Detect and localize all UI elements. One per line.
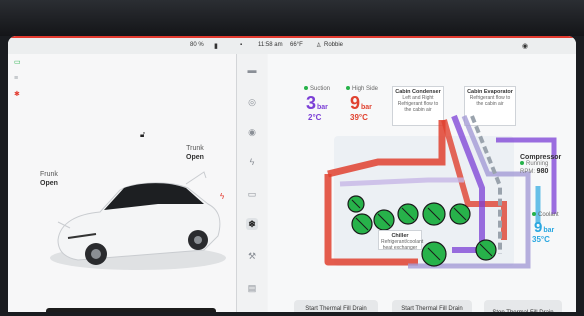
sos-icon[interactable]: ◉ (522, 42, 528, 50)
stop-fill-drain-button[interactable]: Stop Thermal Fill Drain (484, 300, 562, 312)
lte-icon: ▪ (240, 42, 243, 48)
tire-icon[interactable]: ◉ (246, 126, 258, 138)
compressor-rpm-label: RPM: (520, 169, 535, 175)
compressor-rpm: 980 (536, 168, 549, 175)
coolant-label-row: Coolant (532, 212, 559, 219)
thermal-system-view: Suction 3bar 2°C High Side 9bar 39°C Cab… (268, 54, 576, 312)
status-bar: 80 % ▮ ▪ 11:58 am 66°F ♙ Robbie ◉ (8, 36, 576, 54)
chiller-text: Refrigerant/coolant heat exchanger (381, 239, 424, 251)
start-fill-drain-refrigerant-button[interactable]: Start Thermal Fill Drain (Refrigerant on… (392, 300, 472, 312)
battery-percent: 80 % (190, 42, 204, 48)
user-name[interactable]: Robbie (324, 42, 343, 48)
compressor-state: Running (526, 161, 549, 167)
monitor-bezel (0, 0, 584, 36)
start-fill-drain-both-button[interactable]: Start Thermal Fill Drain (Coolant + Refr… (294, 300, 378, 312)
coolant-value: 9 (534, 219, 543, 236)
status-time: 11:58 am (258, 42, 283, 48)
compressor-title: Compressor (520, 154, 562, 161)
chiller-box: Chiller Refrigerant/coolant heat exchang… (378, 230, 424, 251)
wrench-icon[interactable]: ⚒ (246, 250, 258, 262)
vehicle-image (50, 171, 226, 270)
car-icon[interactable]: ▬ (246, 64, 258, 76)
touchscreen: 80 % ▮ ▪ 11:58 am 66°F ♙ Robbie ◉ ▭ ≡ ✱ … (8, 36, 576, 312)
media-bar[interactable] (46, 308, 216, 312)
document-icon[interactable]: ▤ (246, 282, 258, 294)
display-icon[interactable]: ▭ (246, 188, 258, 200)
status-accent-bar (8, 36, 576, 38)
service-nav-rail: ▬ ◎ ◉ ϟ ▭ ❄ ⚒ ▤ (237, 54, 267, 312)
thermal-icon[interactable]: ❄ (246, 218, 258, 230)
coolant-label: Coolant (538, 212, 559, 218)
battery-icon: ▮ (214, 43, 218, 50)
steering-icon[interactable]: ◎ (246, 96, 258, 108)
coolant-unit: bar (543, 227, 555, 234)
vehicle-panel: ▭ ≡ ✱ Frunk Open Trunk Open 🔓︎ ϟ (8, 54, 236, 312)
compressor-status: Compressor Running RPM: 980 (520, 154, 561, 176)
coolant-pressure: 9bar (534, 220, 554, 235)
coolant-temperature: 35°C (532, 235, 550, 244)
outside-temperature: 66°F (290, 42, 303, 48)
lightning-icon[interactable]: ϟ (246, 156, 258, 168)
user-icon[interactable]: ♙ (316, 42, 321, 49)
